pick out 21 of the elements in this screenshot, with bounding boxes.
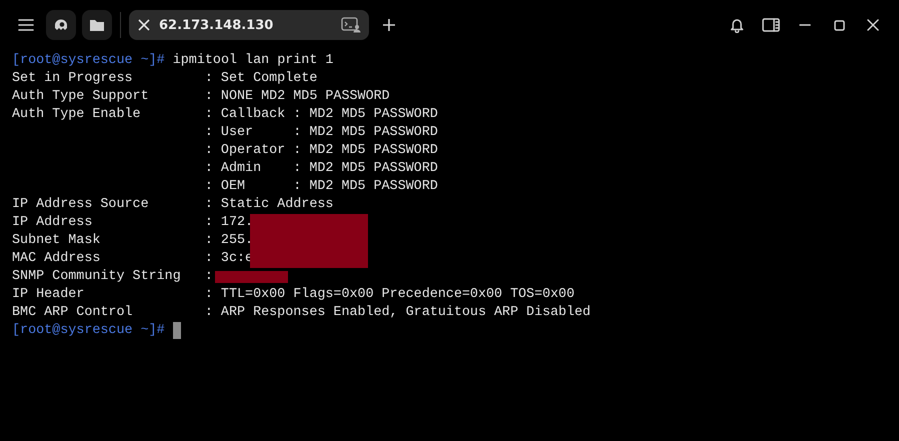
output-line: : Admin : MD2 MD5 PASSWORD [204, 160, 438, 178]
output-line: Subnet Mask : 255. [12, 232, 254, 250]
output-line: : Operator : MD2 MD5 PASSWORD [204, 142, 438, 160]
output-line: Set in Progress : Set Complete [12, 70, 318, 88]
output-line: IP Address : 172. [12, 214, 254, 232]
output-line: SNMP Community String : [12, 268, 213, 286]
shell-prompt: [root@sysrescue ~]# [12, 322, 165, 340]
connection-tab[interactable]: 62.173.148.130 [129, 10, 369, 40]
terminal-user-icon [341, 17, 361, 33]
output-line: Auth Type Support : NONE MD2 MD5 PASSWORD [12, 88, 390, 106]
ghost-icon[interactable] [46, 10, 76, 40]
close-icon[interactable] [137, 18, 151, 32]
output-line: BMC ARP Control : ARP Responses Enabled, Gratuitous ARP Disabled [12, 304, 591, 322]
output-line: IP Header : TTL=0x00 Flags=0x00 Precedence=0x00 TOS=0x00 [12, 286, 574, 304]
output-line: : OEM : MD2 MD5 PASSWORD [204, 178, 438, 196]
folder-icon[interactable] [82, 10, 112, 40]
output-line: Auth Type Enable : Callback : MD2 MD5 PASSWORD [12, 106, 438, 124]
output-line: IP Address Source : Static Address [12, 196, 334, 214]
command-text: ipmitool lan print 1 [172, 52, 334, 70]
shell-prompt: [root@sysrescue ~]# [12, 52, 165, 70]
output-line: : User : MD2 MD5 PASSWORD [204, 124, 438, 142]
